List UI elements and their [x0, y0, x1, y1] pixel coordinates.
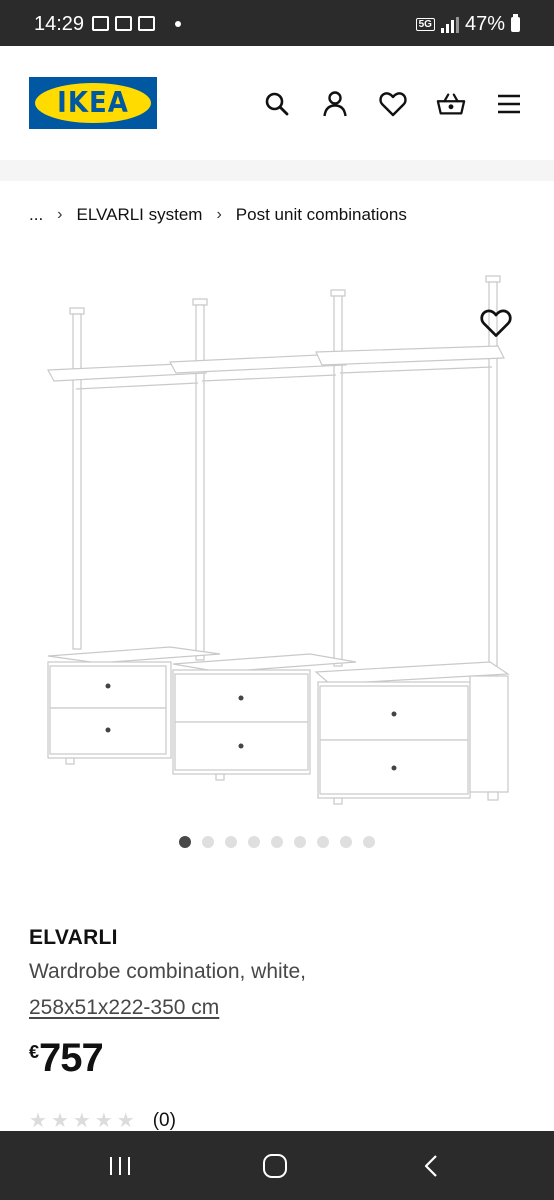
price-currency: € [29, 1042, 40, 1062]
star-icon: ★ [94, 1110, 113, 1132]
star-icon: ★ [29, 1110, 47, 1132]
calendar-icon [138, 16, 155, 31]
home-icon[interactable] [260, 1151, 290, 1181]
logo-oval: IKEA [35, 83, 151, 123]
header-actions [262, 89, 524, 119]
breadcrumb-item-elvarli-system[interactable]: ELVARLI system [77, 205, 203, 225]
ikea-logo[interactable]: IKEA [29, 77, 157, 129]
recent-apps-icon[interactable] [105, 1151, 135, 1181]
add-to-wishlist-heart-icon[interactable] [480, 307, 512, 339]
more-notifications-icon [175, 20, 181, 27]
carousel-dot[interactable] [271, 836, 283, 848]
basket-icon[interactable] [436, 89, 466, 119]
site-header: IKEA [0, 46, 554, 160]
product-name: ELVARLI [29, 926, 118, 949]
carousel-dot[interactable] [363, 836, 375, 848]
logo-text: IKEA [57, 86, 129, 120]
battery-icon [511, 14, 520, 32]
battery-percent: 47% [464, 13, 505, 35]
profile-icon[interactable] [320, 89, 350, 119]
star-icon: ★ [116, 1110, 135, 1132]
star-icon: ★ [72, 1110, 91, 1132]
header-divider [0, 160, 554, 181]
carousel-dot[interactable] [179, 836, 191, 848]
price-value: 757 [39, 1036, 104, 1080]
search-icon[interactable] [262, 89, 292, 119]
carousel-dot[interactable] [340, 836, 352, 848]
carousel-dot[interactable] [294, 836, 306, 848]
system-navigation-bar [0, 1131, 554, 1200]
status-bar: 14:29 5G 47% [0, 0, 554, 46]
chevron-right-icon: › [216, 206, 222, 223]
heart-icon[interactable] [378, 89, 408, 119]
product-description: Wardrobe combination, white, [29, 960, 307, 983]
carousel-dot[interactable] [202, 836, 214, 848]
breadcrumb-item-post-unit-combinations[interactable]: Post unit combinations [236, 205, 407, 225]
chevron-right-icon: › [57, 206, 63, 223]
carousel-dot[interactable] [248, 836, 260, 848]
breadcrumb-ellipsis[interactable]: ... [29, 205, 43, 225]
status-right: 5G 47% [415, 13, 520, 36]
back-icon[interactable] [416, 1151, 446, 1181]
rating-count: (0) [152, 1110, 176, 1131]
image-carousel-dots [179, 836, 375, 848]
carousel-dot[interactable] [225, 836, 237, 848]
product-size-link[interactable]: 258x51x222-350 cm [29, 996, 219, 1020]
signal-icon [440, 16, 459, 33]
product-price: € 757 [29, 1036, 104, 1081]
product-image[interactable] [20, 262, 534, 822]
network-type: 5G [415, 18, 435, 31]
message-icon [92, 16, 109, 31]
status-time: 14:29 [34, 13, 85, 35]
breadcrumb: ... › ELVARLI system › Post unit combina… [29, 205, 407, 225]
star-icon: ★ [50, 1110, 69, 1132]
menu-icon[interactable] [494, 89, 524, 119]
carousel-dot[interactable] [317, 836, 329, 848]
product-rating[interactable]: ★ ★ ★ ★ ★ (0) [29, 1110, 176, 1132]
gallery-icon [115, 16, 132, 31]
notification-icons [92, 16, 181, 31]
